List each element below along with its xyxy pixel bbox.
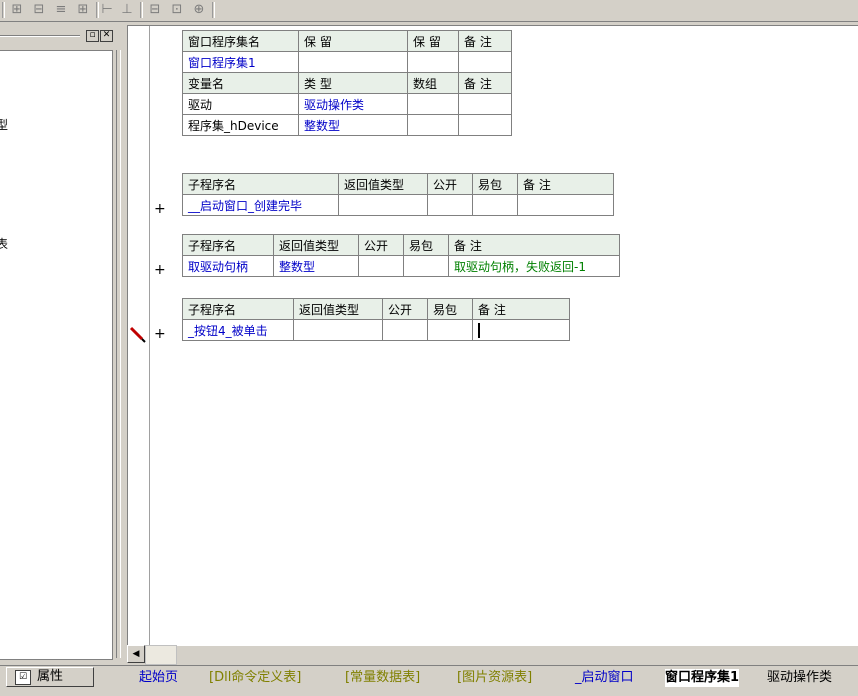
- subroutine-table: 子程序名 返回值类型 公开 易包 备 注 取驱动句柄 整数型 取驱动句柄，失败返…: [182, 234, 620, 277]
- table-header: 公开: [382, 298, 428, 320]
- subroutine-table: 子程序名 返回值类型 公开 易包 备 注 __启动窗口_创建完毕: [182, 173, 614, 216]
- pencil-icon: [129, 326, 146, 343]
- properties-label: 属性: [37, 669, 64, 684]
- table-cell[interactable]: [427, 319, 473, 341]
- table-cell[interactable]: [403, 255, 449, 277]
- table-header: 公开: [358, 234, 404, 256]
- tab-window-assembly[interactable]: 窗口程序集1: [665, 669, 740, 687]
- expand-plus-icon[interactable]: +: [154, 326, 166, 342]
- table-header: 返回值类型: [273, 234, 359, 256]
- titlebar-grip: [0, 35, 80, 37]
- table-cell[interactable]: [358, 255, 404, 277]
- comment-cell[interactable]: 取驱动句柄，失败返回-1: [448, 255, 620, 277]
- table-cell[interactable]: [382, 319, 428, 341]
- subroutine-name-cell[interactable]: __启动窗口_创建完毕: [182, 194, 339, 216]
- panel-splitter[interactable]: [116, 50, 121, 658]
- properties-icon: ☑: [15, 670, 31, 685]
- table-header: 类 型: [298, 72, 408, 94]
- align-icon[interactable]: ≡: [52, 2, 70, 18]
- subroutine-name-cell[interactable]: _按钮4_被单击: [182, 319, 294, 341]
- table-header: 备 注: [472, 298, 570, 320]
- assembly-name-cell[interactable]: 窗口程序集1: [182, 51, 299, 73]
- tab-driver-class[interactable]: 驱动操作类: [767, 669, 832, 687]
- table-cell[interactable]: [407, 114, 459, 136]
- properties-button[interactable]: ☑ 属性: [6, 667, 94, 687]
- scroll-track[interactable]: [145, 645, 177, 665]
- code-editor[interactable]: 窗口程序集名 保 留 保 留 备 注 窗口程序集1 变量名 类 型 数组 备 注…: [127, 25, 858, 646]
- table-header: 子程序名: [182, 234, 274, 256]
- assembly-table: 窗口程序集名 保 留 保 留 备 注 窗口程序集1 变量名 类 型 数组 备 注…: [182, 30, 512, 136]
- table-cell[interactable]: [338, 194, 428, 216]
- table-header: 易包: [403, 234, 449, 256]
- tree-item[interactable]: 型: [0, 116, 8, 133]
- table-cell[interactable]: [472, 194, 518, 216]
- document-tabs: 起始页 [Dll命令定义表] [常量数据表] [图片资源表] _启动窗口 窗口程…: [127, 666, 858, 696]
- table-header: 易包: [472, 173, 518, 195]
- table-header: 返回值类型: [293, 298, 383, 320]
- table-icon[interactable]: ⊞: [74, 2, 92, 18]
- table-header: 返回值类型: [338, 173, 428, 195]
- tree-item[interactable]: 表: [0, 235, 8, 252]
- table-cell[interactable]: [517, 194, 614, 216]
- table-header: 易包: [427, 298, 473, 320]
- subroutine-table: 子程序名 返回值类型 公开 易包 备 注 _按钮4_被单击: [182, 298, 570, 341]
- table-header: 窗口程序集名: [182, 30, 299, 52]
- table-header: 备 注: [458, 72, 512, 94]
- tab-startup-window[interactable]: _启动窗口: [575, 669, 634, 687]
- table-header: 备 注: [458, 30, 512, 52]
- table-cell[interactable]: [427, 194, 473, 216]
- variable-type-cell[interactable]: 驱动操作类: [298, 93, 408, 115]
- text-caret: [478, 322, 480, 338]
- bottom-bar: ☑ 属性 起始页 [Dll命令定义表] [常量数据表] [图片资源表] _启动窗…: [0, 665, 858, 696]
- subroutine-name-cell[interactable]: 取驱动句柄: [182, 255, 274, 277]
- restore-icon[interactable]: ▫: [86, 30, 99, 42]
- table-cell[interactable]: [293, 319, 383, 341]
- align-center-icon[interactable]: ⊥: [118, 2, 136, 18]
- table-cell[interactable]: [458, 51, 512, 73]
- merge-icon[interactable]: ⊕: [190, 2, 208, 18]
- table-header: 公开: [427, 173, 473, 195]
- table-header: 变量名: [182, 72, 299, 94]
- toolbar-separator: [212, 2, 215, 18]
- expand-plus-icon[interactable]: +: [154, 201, 166, 217]
- table-cell[interactable]: [298, 51, 408, 73]
- toolbar-separator: [2, 2, 5, 18]
- left-panel-tree[interactable]: 型 表: [0, 50, 113, 660]
- close-icon[interactable]: ✕: [100, 30, 113, 42]
- table-header: 保 留: [298, 30, 408, 52]
- table-cell[interactable]: [407, 93, 459, 115]
- table-header: 备 注: [448, 234, 620, 256]
- comment-cell-active[interactable]: [472, 319, 570, 341]
- table-cell[interactable]: [458, 93, 512, 115]
- table-header: 保 留: [407, 30, 459, 52]
- tab-constants[interactable]: [常量数据表]: [345, 669, 420, 687]
- toolbar-separator: [140, 2, 143, 18]
- insert-row-icon[interactable]: ⊟: [30, 2, 48, 18]
- tab-image-resources[interactable]: [图片资源表]: [457, 669, 532, 687]
- table-header: 子程序名: [182, 173, 339, 195]
- table-cell[interactable]: [458, 114, 512, 136]
- table-header: 备 注: [517, 173, 614, 195]
- expand-icon[interactable]: ⊟: [146, 2, 164, 18]
- tab-start-page[interactable]: 起始页: [139, 669, 178, 687]
- variable-name-cell[interactable]: 驱动: [182, 93, 299, 115]
- scroll-left-icon[interactable]: ◀: [127, 645, 145, 663]
- toolbar: ⊞ ⊟ ≡ ⊞ ⊢ ⊥ ⊟ ⊡ ⊕: [0, 0, 858, 22]
- variable-name-cell[interactable]: 程序集_hDevice: [182, 114, 299, 136]
- horizontal-scrollbar[interactable]: ◀: [127, 645, 177, 665]
- left-panel: ▫ ✕ 型 表: [0, 24, 121, 666]
- table-cell[interactable]: [407, 51, 459, 73]
- table-header: 子程序名: [182, 298, 294, 320]
- height-icon[interactable]: ⊡: [168, 2, 186, 18]
- table-header: 数组: [407, 72, 459, 94]
- split-cell-icon[interactable]: ⊞: [8, 2, 26, 18]
- left-panel-titlebar: ▫ ✕: [0, 28, 116, 42]
- return-type-cell[interactable]: 整数型: [273, 255, 359, 277]
- expand-plus-icon[interactable]: +: [154, 262, 166, 278]
- variable-type-cell[interactable]: 整数型: [298, 114, 408, 136]
- align-left-icon[interactable]: ⊢: [98, 2, 116, 18]
- tab-dll-commands[interactable]: [Dll命令定义表]: [209, 669, 301, 687]
